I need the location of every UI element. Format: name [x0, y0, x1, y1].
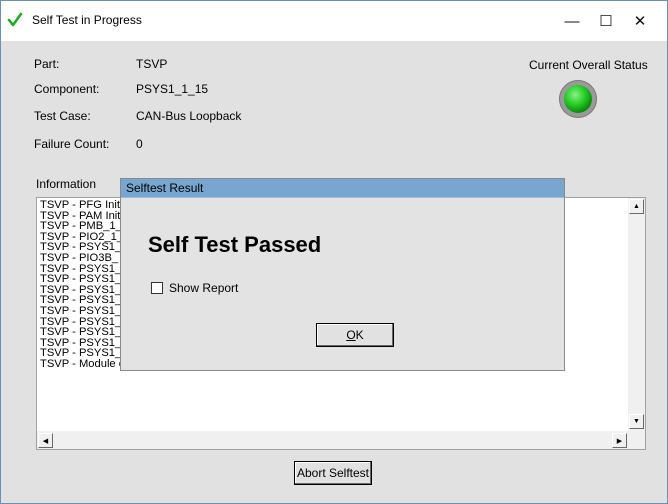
scroll-right-icon[interactable]: ▶ — [612, 433, 627, 448]
failure-count-value: 0 — [136, 137, 143, 151]
show-report-label[interactable]: Show Report — [169, 281, 238, 295]
horizontal-scrollbar[interactable]: ◀ ▶ — [37, 431, 628, 449]
green-checkmark-icon — [7, 12, 23, 27]
ok-button[interactable]: OK — [316, 323, 394, 347]
information-label: Information — [36, 177, 97, 191]
failure-count-label: Failure Count: — [34, 137, 110, 151]
title-bar: Self Test in Progress — ☐ ✕ — [1, 1, 667, 41]
test-case-label: Test Case: — [34, 109, 91, 123]
content-area: Part: TSVP Component: PSYS1_1_15 Test Ca… — [1, 41, 667, 503]
result-message: Self Test Passed — [148, 232, 322, 257]
ok-mnemonic: O — [346, 328, 356, 342]
scrollbar-corner — [628, 431, 645, 449]
close-button[interactable]: ✕ — [621, 1, 659, 41]
part-label: Part: — [34, 57, 60, 71]
scroll-left-icon[interactable]: ◀ — [38, 433, 53, 448]
dialog-title-bar: Selftest Result — [121, 179, 564, 198]
maximize-button[interactable]: ☐ — [587, 1, 625, 41]
scroll-up-icon[interactable]: ▲ — [629, 199, 644, 214]
main-window: Self Test in Progress — ☐ ✕ Part: TSVP C… — [0, 0, 668, 504]
window-title: Self Test in Progress — [32, 13, 142, 27]
ok-label-rest: K — [355, 328, 364, 342]
abort-selftest-button[interactable]: Abort Selftest — [294, 461, 372, 485]
part-value: TSVP — [136, 57, 168, 71]
component-value: PSYS1_1_15 — [136, 82, 209, 96]
selftest-result-dialog: Selftest Result Self Test Passed Show Re… — [120, 178, 565, 371]
scroll-down-icon[interactable]: ▼ — [629, 414, 644, 429]
status-led-icon — [559, 80, 597, 118]
minimize-button[interactable]: — — [553, 1, 591, 41]
overall-status-label: Current Overall Status — [529, 58, 648, 72]
dialog-title: Selftest Result — [126, 181, 204, 195]
test-case-value: CAN-Bus Loopback — [136, 109, 242, 123]
component-label: Component: — [34, 82, 100, 96]
vertical-scrollbar[interactable]: ▲ ▼ — [628, 198, 645, 431]
show-report-checkbox[interactable] — [151, 282, 163, 294]
